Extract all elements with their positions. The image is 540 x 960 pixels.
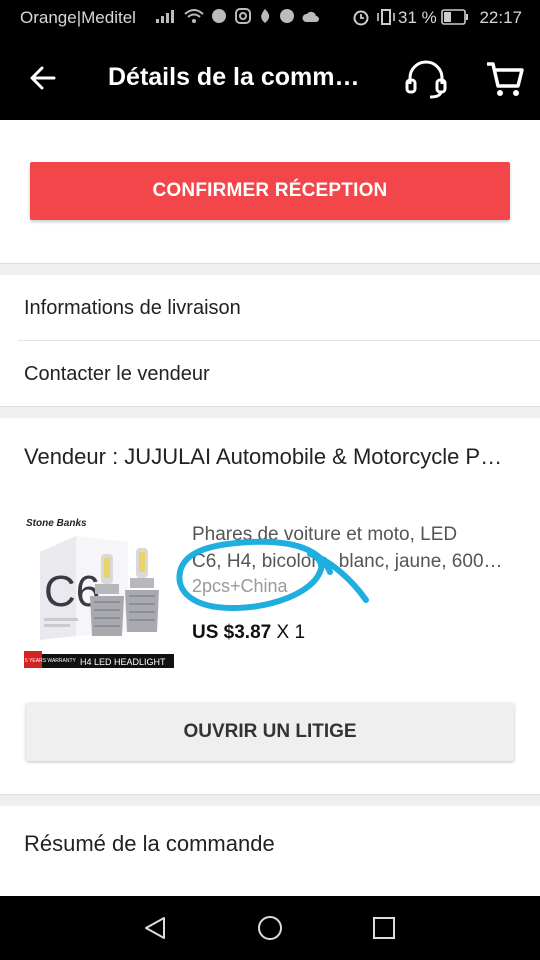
order-summary-heading[interactable]: Résumé de la commande: [24, 831, 275, 857]
cloud-icon: [302, 11, 320, 22]
wifi-icon: [184, 9, 204, 23]
delivery-info-row[interactable]: Informations de livraison: [0, 275, 540, 341]
nav-home-icon[interactable]: [254, 912, 286, 944]
status-bar: Orange|Meditel 31 % 22:17: [0, 0, 540, 38]
battery-percentage: 31 %: [398, 8, 437, 27]
warranty-text: 5 YEARS WARRANTY: [25, 658, 77, 664]
whatsapp-icon: [212, 9, 227, 23]
product-price: US $3.87: [192, 622, 272, 643]
page-title: Détails de la comm…: [108, 63, 360, 91]
clock: 22:17: [479, 8, 522, 27]
delivery-info-label: Informations de livraison: [24, 297, 241, 319]
system-navigation-bar: [0, 896, 540, 960]
section-separator: [0, 794, 540, 806]
app-bar: Détails de la comm…: [0, 38, 540, 120]
carrier-name: Orange|Meditel: [20, 8, 136, 27]
flame-icon: [260, 9, 269, 23]
instagram-icon: [234, 8, 251, 24]
price-quantity: US $3.87 X 1: [192, 622, 305, 644]
section-separator: [0, 406, 540, 418]
back-arrow-icon[interactable]: [28, 60, 58, 96]
confirm-reception-button[interactable]: CONFIRMER RÉCEPTION: [30, 162, 510, 220]
product-quantity: X 1: [276, 622, 306, 643]
battery-status: 31 %: [398, 8, 469, 28]
product-variant: 2pcs+China: [192, 576, 288, 596]
headlight-text: H4 LED HEADLIGHT: [80, 657, 166, 667]
section-separator: [0, 263, 540, 275]
system-icons: [352, 8, 396, 30]
open-dispute-button[interactable]: OUVRIR UN LITIGE: [26, 703, 514, 761]
notification-icons: [155, 8, 320, 28]
signal-icon: [156, 10, 174, 23]
vibrate-icon: [377, 9, 395, 25]
product-image[interactable]: Stone Banks C6 5 YEARS WARRANTY H4 LED H…: [24, 514, 174, 668]
product-title-line: Phares de voiture et moto, LED: [192, 524, 458, 545]
product-title[interactable]: Phares de voiture et moto, LED C6, H4, b…: [192, 521, 522, 575]
product-title-line: C6, H4, bicolore, blanc, jaune, 600…: [192, 551, 503, 572]
nav-back-icon[interactable]: [140, 912, 172, 944]
battery-icon: [441, 9, 469, 25]
headset-support-icon[interactable]: [402, 58, 450, 100]
contact-seller-row[interactable]: Contacter le vendeur: [0, 341, 540, 406]
nav-recents-icon[interactable]: [368, 912, 400, 944]
shopping-cart-icon[interactable]: [484, 60, 524, 98]
alarm-icon: [353, 10, 369, 26]
facebook-icon: [279, 9, 294, 23]
brand-logo-text: Stone Banks: [26, 518, 87, 529]
seller-name[interactable]: Vendeur : JUJULAI Automobile & Motorcycl…: [24, 444, 532, 470]
contact-seller-label: Contacter le vendeur: [24, 363, 210, 385]
